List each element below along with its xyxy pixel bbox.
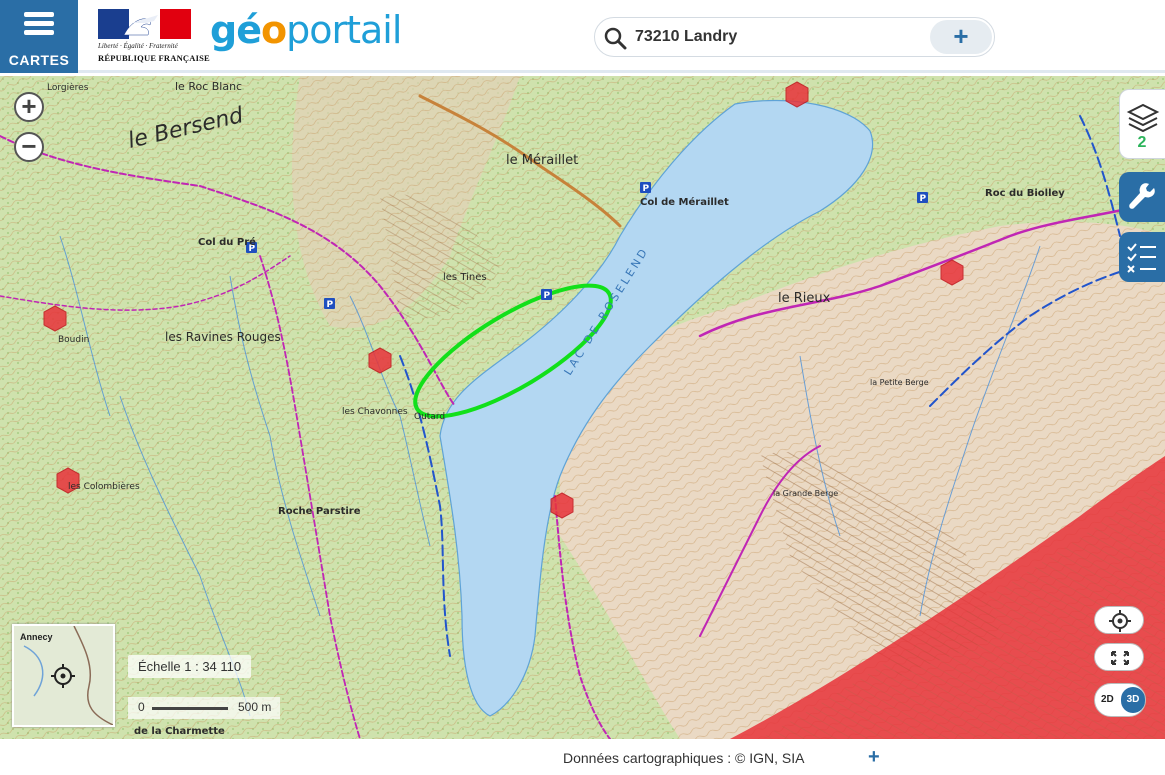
minimap-label: Annecy xyxy=(20,632,53,642)
brand-part-o: o xyxy=(260,8,287,52)
republic-motto: Liberté · Égalité · Fraternité xyxy=(98,42,178,50)
map-view[interactable]: P P P P P le Bersend le Roc Blanc le Mér… xyxy=(0,76,1165,739)
legend-list-icon xyxy=(1127,243,1156,273)
map-credits: Données cartographiques : © IGN, SIA xyxy=(563,750,805,766)
overview-minimap[interactable]: Annecy xyxy=(12,624,115,727)
scale-bar: 0 500 m xyxy=(128,697,280,719)
geoportail-logo[interactable]: géoportail xyxy=(210,8,402,52)
search-icon[interactable] xyxy=(603,26,627,50)
map-label-ravines: les Ravines Rouges xyxy=(165,330,281,344)
republic-name: RÉPUBLIQUE FRANÇAISE xyxy=(98,53,210,63)
view-3d-label[interactable]: 3D xyxy=(1121,687,1145,713)
view-2d-label[interactable]: 2D xyxy=(1101,694,1114,705)
svg-text:P: P xyxy=(643,184,650,194)
view-mode-toggle[interactable]: 2D 3D xyxy=(1094,683,1146,717)
scale-distance: 500 m xyxy=(238,700,272,714)
marianne-flag-icon xyxy=(98,9,191,39)
map-label-rieux: le Rieux xyxy=(778,291,831,306)
header-bar: CARTES Liberté · Égalité · Fraternité RÉ… xyxy=(0,0,1165,73)
scale-ratio: Échelle 1 : 34 110 xyxy=(128,655,252,678)
map-label-boudin: Boudin xyxy=(58,335,89,345)
map-label-outard: Outard xyxy=(414,412,445,422)
map-label-col-du-pre: Col du Pré xyxy=(198,236,256,248)
map-label-merailler: le Méraillet xyxy=(506,153,578,168)
map-label-tines: les Tines xyxy=(443,272,487,283)
zoom-out-button[interactable]: − xyxy=(14,132,44,162)
map-label-petite-berge: la Petite Berge xyxy=(870,378,929,387)
tools-panel-button[interactable] xyxy=(1119,172,1165,222)
crosshair-icon xyxy=(1109,610,1131,632)
hamburger-icon xyxy=(24,12,54,36)
layers-count-badge: 2 xyxy=(1137,134,1147,151)
scale-line xyxy=(152,707,228,710)
svg-text:P: P xyxy=(327,300,334,310)
brand-part-ge: gé xyxy=(210,8,262,52)
map-label-roche-parstire: Roche Parstire xyxy=(278,506,361,517)
map-label-colombieres: les Colombières xyxy=(68,481,140,492)
fullscreen-icon xyxy=(1111,651,1129,665)
cartes-menu-button[interactable]: CARTES xyxy=(0,0,78,73)
layers-panel-button[interactable]: 2 xyxy=(1119,89,1165,159)
wrench-icon xyxy=(1129,183,1155,209)
fullscreen-button[interactable] xyxy=(1094,643,1144,671)
more-credits-button[interactable]: + xyxy=(868,746,880,769)
svg-text:P: P xyxy=(544,291,551,301)
zoom-in-button[interactable]: + xyxy=(14,92,44,122)
advanced-search-button[interactable]: + xyxy=(930,20,992,54)
republique-francaise-logo[interactable]: Liberté · Égalité · Fraternité RÉPUBLIQU… xyxy=(98,9,210,65)
map-label-charmette: de la Charmette xyxy=(134,726,225,737)
topographic-map[interactable]: P P P P P le Bersend le Roc Blanc le Mér… xyxy=(0,76,1165,739)
map-label-col-merailler: Col de Méraillet xyxy=(640,196,729,208)
svg-text:P: P xyxy=(920,194,927,204)
map-label-chavonnes: les Chavonnes xyxy=(342,407,408,417)
cartes-menu-label: CARTES xyxy=(8,52,70,68)
map-label-grande-berge: la Grande Berge xyxy=(773,489,838,498)
search-input[interactable] xyxy=(635,24,925,50)
map-label-roc-biolley: Roc du Biolley xyxy=(985,188,1065,199)
map-label-roc-blanc: le Roc Blanc xyxy=(175,80,242,93)
geolocate-button[interactable] xyxy=(1094,606,1144,634)
brand-part-portail: portail xyxy=(286,8,402,52)
scale-zero: 0 xyxy=(138,700,145,714)
legend-panel-button[interactable] xyxy=(1119,232,1165,282)
footer-bar: Données cartographiques : © IGN, SIA + xyxy=(0,739,1165,775)
map-label-lorgieres: Lorgières xyxy=(47,82,89,93)
search-box: + xyxy=(594,17,995,57)
layers-icon xyxy=(1126,103,1160,133)
